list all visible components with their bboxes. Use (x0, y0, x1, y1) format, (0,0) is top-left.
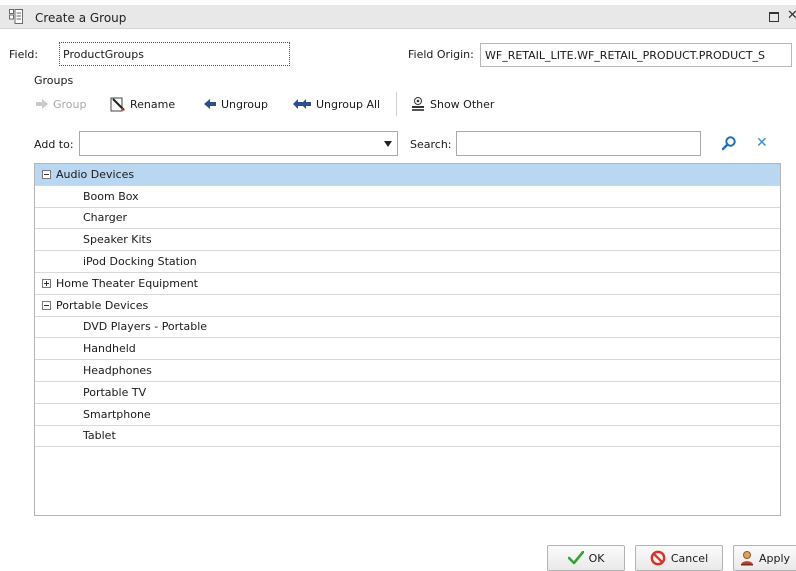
apply-button[interactable]: Apply (733, 545, 796, 571)
tree-item-row[interactable]: DVD Players - Portable (35, 317, 780, 339)
search-input[interactable] (456, 131, 701, 156)
close-icon[interactable]: ✕ (787, 8, 796, 24)
ok-button-label: OK (588, 551, 605, 565)
field-label: Field: (9, 48, 39, 61)
chevron-down-icon[interactable] (384, 141, 392, 147)
ungroup-all-button-label: Ungroup All (316, 97, 381, 111)
group-dialog-icon (9, 9, 23, 24)
tree-item-label: Portable TV (83, 385, 147, 399)
add-to-label: Add to: (34, 138, 74, 151)
search-icon[interactable] (721, 135, 737, 151)
tree-item-label: iPod Docking Station (83, 255, 197, 269)
tree-item-row[interactable]: Handheld (35, 338, 780, 361)
tree-item-label: Headphones (83, 364, 152, 378)
create-group-dialog: Create a Group ✕ Field: ProductGroups Fi… (0, 0, 796, 571)
tree-item-label: Boom Box (83, 189, 139, 203)
apply-button-label: Apply (758, 551, 791, 565)
tree-group-row[interactable]: Home Theater Equipment (35, 273, 780, 295)
tree-item-label: Smartphone (83, 407, 151, 421)
group-button[interactable]: Group (35, 94, 87, 114)
tree-item-label: Charger (83, 211, 127, 225)
field-origin-input[interactable]: WF_RETAIL_LITE.WF_RETAIL_PRODUCT.PRODUCT… (480, 43, 792, 67)
tree-group-row[interactable]: Audio Devices (35, 164, 780, 186)
tree-item-row[interactable]: Boom Box (35, 186, 780, 208)
collapse-minus-icon[interactable] (42, 170, 51, 179)
show-other-icon (412, 97, 424, 111)
tree-item-row[interactable]: Speaker Kits (35, 229, 780, 252)
ungroup-arrow-icon (204, 99, 216, 109)
collapse-minus-icon[interactable] (42, 300, 51, 310)
title-bar[interactable]: Create a Group ✕ (0, 5, 796, 29)
expand-plus-icon[interactable] (42, 278, 51, 288)
rename-icon (110, 97, 125, 112)
tree-item-row[interactable]: Portable TV (35, 382, 780, 404)
cancel-button-label: Cancel (670, 551, 709, 565)
tree-group-label: Home Theater Equipment (56, 276, 198, 290)
toolbar-divider (396, 92, 397, 116)
tree-group-label: Portable Devices (56, 298, 149, 312)
tree-item-label: DVD Players - Portable (83, 320, 208, 334)
tree-group-label: Audio Devices (56, 167, 135, 181)
tree-item-label: Speaker Kits (83, 233, 152, 247)
maximize-icon[interactable] (769, 12, 779, 22)
group-button-label: Group (53, 97, 87, 111)
tree-item-label: Tablet (83, 429, 116, 443)
add-to-select[interactable] (79, 131, 398, 156)
tree-item-row[interactable]: Headphones (35, 360, 780, 382)
ungroup-all-arrows-icon (293, 99, 311, 109)
tree-item-row[interactable]: Smartphone (35, 404, 780, 426)
tree-item-row[interactable]: Charger (35, 208, 780, 230)
rename-button[interactable]: Rename (110, 94, 175, 114)
field-name-input[interactable]: ProductGroups (59, 42, 290, 66)
check-icon (567, 551, 584, 565)
rename-button-label: Rename (130, 97, 176, 111)
ungroup-all-button[interactable]: Ungroup All (292, 94, 380, 114)
clear-search-icon[interactable]: ✕ (756, 135, 768, 151)
tree-group-row[interactable]: Portable Devices (35, 295, 780, 317)
cancel-button[interactable]: Cancel (635, 545, 723, 571)
ok-button[interactable]: OK (547, 545, 625, 571)
ungroup-button-label: Ungroup (221, 97, 268, 111)
field-origin-label: Field Origin: (408, 48, 474, 61)
cancel-icon (650, 550, 666, 566)
apply-person-icon (740, 551, 753, 566)
search-label: Search: (410, 138, 452, 151)
show-other-button[interactable]: Show Other (410, 94, 494, 114)
ungroup-button[interactable]: Ungroup (203, 94, 268, 114)
arrow-right-icon (36, 99, 48, 109)
groups-label: Groups (34, 74, 74, 87)
show-other-button-label: Show Other (430, 97, 495, 111)
tree-item-row[interactable]: Tablet (35, 426, 780, 448)
tree-item-row[interactable]: iPod Docking Station (35, 251, 780, 273)
group-tree[interactable]: Audio Devices Boom Box Charger Speaker Kits… (34, 163, 781, 516)
tree-item-label: Handheld (83, 342, 136, 356)
dialog-title: Create a Group (35, 11, 127, 25)
